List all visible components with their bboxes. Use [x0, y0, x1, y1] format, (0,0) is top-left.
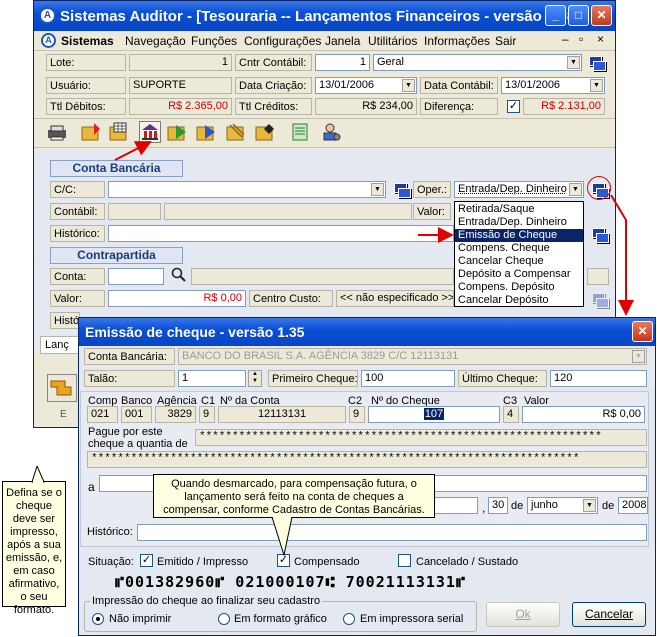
radio-impressora-serial[interactable] — [343, 613, 355, 625]
cancelado-label: Cancelado / Sustado — [416, 556, 519, 568]
dlg-conta-label: Conta Bancária: — [84, 348, 175, 365]
compensado-callout: Quando desmarcado, para compensação futu… — [153, 474, 435, 518]
de1-label: de — [511, 500, 524, 512]
micr-line: ⑈001382960⑈ 021000107⑆ 70021113131⑈ — [115, 573, 466, 591]
radio-nao-imprimir[interactable] — [92, 613, 104, 625]
chevron-down-icon[interactable]: ▼ — [632, 350, 645, 363]
chevron-down-icon[interactable]: ▼ — [583, 499, 596, 512]
extenso-line2: ****************************************… — [87, 451, 647, 468]
primeiro-label: Primeiro Cheque: — [268, 370, 358, 387]
banco-field: 001 — [121, 406, 152, 423]
agencia-field: 3829 — [155, 406, 196, 423]
talao-spinner[interactable]: ▲ ▼ — [248, 370, 262, 387]
cheque-num-value: 107 — [423, 408, 445, 420]
valor-field[interactable]: R$ 0,00 — [522, 406, 645, 423]
ano-field[interactable]: 2008 — [618, 497, 648, 514]
pague-label: Pague por este cheque a quantia de — [88, 426, 188, 450]
situacao-label: Situação: — [88, 556, 134, 568]
c2-field: 9 — [349, 406, 365, 423]
dlg-conta-value: BANCO DO BRASIL S.A. AGÊNCIA 3829 C/C 12… — [182, 350, 459, 362]
callout-pointer — [31, 466, 45, 483]
radio-nao-imprimir-label: Não imprimir — [109, 613, 172, 625]
de2-label: de — [602, 500, 615, 512]
extenso-line1: ****************************************… — [195, 429, 647, 446]
impressao-legend: Impressão do cheque ao finalizar seu cad… — [90, 595, 323, 607]
primeiro-field[interactable]: 100 — [361, 370, 455, 387]
radio-impressora-serial-label: Em impressora serial — [360, 613, 464, 625]
dialog-title: Emissão de cheque - versão 1.35 — [85, 324, 305, 340]
cancelar-button[interactable]: Cancelar — [572, 602, 646, 627]
comma-label: , — [482, 501, 486, 515]
ok-button[interactable]: Ok — [486, 602, 560, 627]
talao-label: Talão: — [84, 370, 175, 387]
c1-field: 9 — [199, 406, 215, 423]
mes-value: junho — [531, 499, 558, 511]
ultimo-label: Último Cheque: — [458, 370, 547, 387]
emitido-callout: Defina se o cheque deve ser impresso, ap… — [2, 481, 66, 616]
conta-num-field: 12113131 — [218, 406, 346, 423]
dialog-close-button[interactable]: ✕ — [632, 321, 653, 342]
radio-formato-grafico-label: Em formato gráfico — [234, 613, 327, 625]
compensado-label: Compensado — [294, 556, 360, 568]
dlg-conta-select[interactable]: BANCO DO BRASIL S.A. AGÊNCIA 3829 C/C 12… — [178, 348, 647, 365]
emitido-callout-text: Defina se o cheque deve ser impresso, ap… — [5, 487, 63, 616]
dlg-historico-field[interactable] — [137, 524, 647, 541]
comp-field: 021 — [87, 406, 118, 423]
radio-formato-grafico[interactable] — [218, 613, 230, 625]
ultimo-field[interactable]: 120 — [550, 370, 647, 387]
talao-field[interactable]: 1 — [178, 370, 246, 387]
cheque-num-field[interactable]: 107 — [368, 406, 500, 423]
cancelado-checkbox[interactable] — [398, 554, 411, 567]
emitido-label: Emitido / Impresso — [157, 556, 249, 568]
c3-field: 4 — [503, 406, 519, 423]
dia-field[interactable]: 30 — [488, 497, 508, 514]
compensado-callout-text: Quando desmarcado, para compensação futu… — [163, 478, 425, 516]
emitido-checkbox[interactable]: ✓ — [140, 554, 153, 567]
mes-select[interactable]: junho ▼ — [527, 497, 598, 514]
dlg-historico-label: Histórico: — [87, 526, 133, 538]
dialog-titlebar: Emissão de cheque - versão 1.35 ✕ — [79, 318, 655, 346]
a-label: a — [88, 480, 95, 494]
callout-pointer — [271, 517, 293, 557]
